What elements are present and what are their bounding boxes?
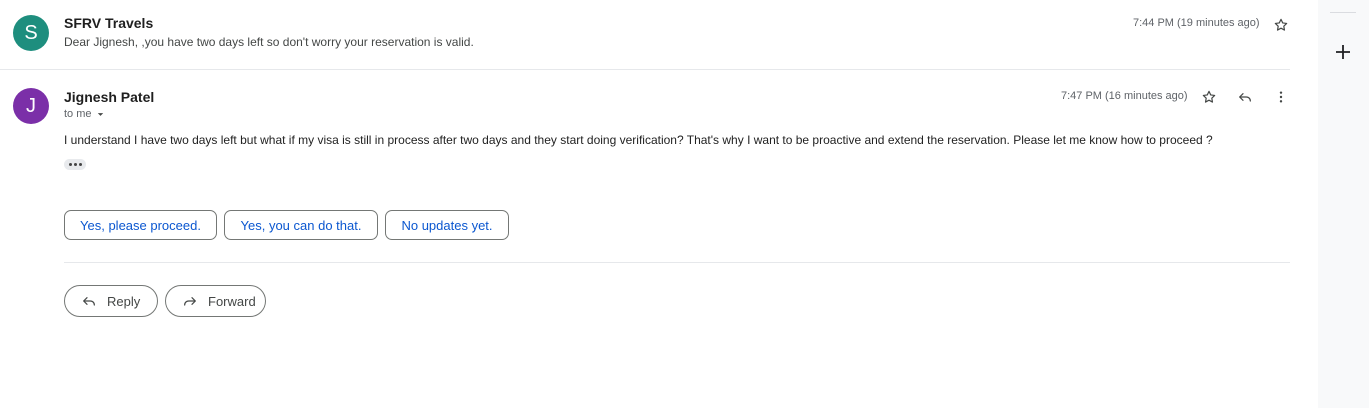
divider [64, 262, 1290, 263]
smart-reply-button[interactable]: No updates yet. [385, 210, 509, 240]
show-trimmed-content-button[interactable] [64, 159, 86, 170]
star-icon[interactable] [1199, 87, 1219, 107]
message-body: I understand I have two days left but wh… [64, 133, 1213, 147]
sender-name[interactable]: Jignesh Patel [64, 89, 154, 105]
forward-icon [184, 297, 196, 306]
smart-reply-button[interactable]: Yes, you can do that. [224, 210, 378, 240]
message-time: 7:44 PM (19 minutes ago) [1133, 17, 1260, 29]
recipient-details[interactable]: to me [64, 108, 105, 120]
forward-button[interactable]: Forward [165, 285, 266, 317]
more-vert-icon[interactable] [1271, 87, 1291, 107]
message-time: 7:47 PM (16 minutes ago) [1061, 90, 1188, 102]
smart-reply-button[interactable]: Yes, please proceed. [64, 210, 217, 240]
plus-icon[interactable] [1331, 40, 1355, 64]
divider [1330, 12, 1356, 13]
star-icon[interactable] [1271, 15, 1291, 35]
message-snippet[interactable]: Dear Jignesh, ,you have two days left so… [64, 35, 474, 49]
avatar: S [13, 15, 49, 51]
recipient-label: to me [64, 108, 92, 120]
avatar: J [13, 88, 49, 124]
email-thread: S SFRV Travels Dear Jignesh, ,you have t… [0, 0, 1318, 408]
forward-label: Forward [208, 293, 256, 309]
divider [0, 69, 1290, 70]
reply-icon[interactable] [1235, 87, 1255, 107]
reply-icon [83, 297, 95, 306]
sender-name[interactable]: SFRV Travels [64, 15, 153, 31]
reply-button[interactable]: Reply [64, 285, 158, 317]
chevron-down-icon [97, 112, 103, 116]
reply-label: Reply [107, 293, 141, 309]
